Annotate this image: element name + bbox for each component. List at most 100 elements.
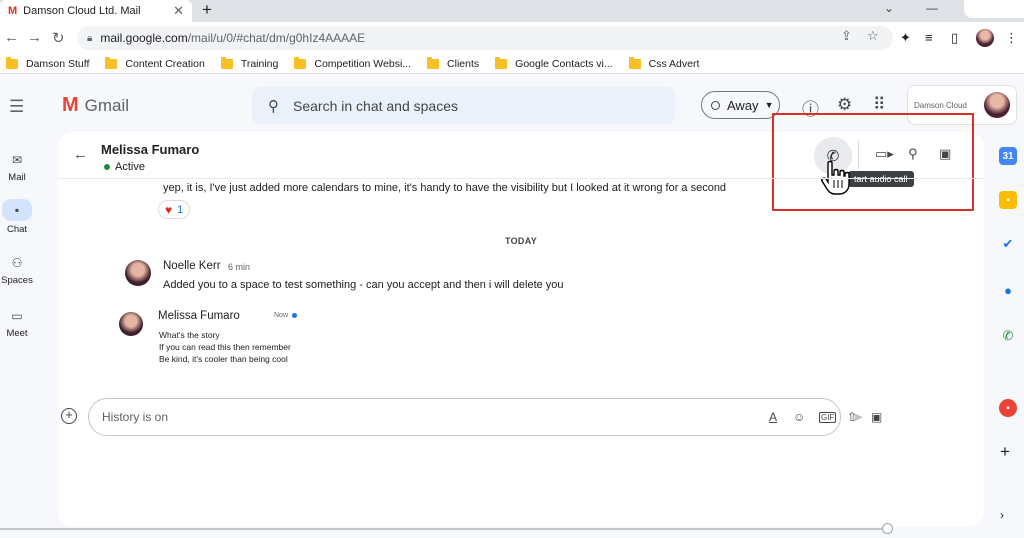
back-arrow-icon[interactable]: ← [4,29,19,46]
account-label: Damson Cloud [914,100,967,110]
contact-name: Melissa Fumaro [101,142,200,157]
folder-icon [220,56,233,69]
lock-icon: 🔒︎ [87,32,93,44]
tooltip: tart audio call [848,171,914,187]
browser-tab[interactable]: M Damson Cloud Ltd. Mail ✕ [0,0,192,22]
url-path: /mail/u/0/#chat/dm/g0hIz4AAAAE [187,31,366,45]
bookmark-folder[interactable]: Css Advert [628,56,699,70]
message-time: Now [274,312,298,319]
search-icon: ⚲ [268,97,279,115]
header-divider [58,178,984,179]
format-text-icon[interactable]: A [769,410,777,424]
folder-icon [628,56,641,69]
message-time: 6 min [228,262,251,272]
highlight-box [772,113,974,211]
chevron-right-icon[interactable]: › [1000,508,1004,522]
menu-dots-icon[interactable]: ⋮ [1005,30,1018,46]
active-dot-icon [104,164,110,170]
avatar[interactable] [125,260,151,286]
tasks-icon[interactable]: ✔ [999,235,1017,253]
extensions-puzzle-icon[interactable]: ✦ [900,30,911,46]
bookmark-star-icon[interactable]: ☆ [867,28,879,44]
tab-close-icon[interactable]: ✕ [173,3,184,19]
new-tab-button[interactable]: + [202,0,212,20]
settings-gear-icon[interactable]: ⚙ [837,95,852,115]
composer-placeholder: History is on [102,410,169,424]
message-line: If you can read this then remember [159,342,291,352]
browser-profile-avatar[interactable] [976,29,994,47]
gmail-m-icon: M [62,94,79,116]
spaces-icon: ⚇ [11,256,23,270]
message-text: yep, it is, I've just added more calenda… [163,182,727,194]
search-input[interactable]: ⚲ Search in chat and spaces [252,87,675,124]
bookmarks-bar: Damson Stuff Content Creation Training C… [0,54,1024,74]
send-icon[interactable]: ➤ [851,408,864,426]
address-bar[interactable]: 🔒︎ mail.google.com/mail/u/0/#chat/dm/g0h… [77,26,893,50]
apps-grid-icon[interactable]: ⠿ [873,95,885,115]
meet-icon: ▭ [11,309,23,323]
contacts-icon[interactable]: ● [999,281,1017,299]
share-icon[interactable]: ⇪ [841,28,852,44]
minimize-icon[interactable]: — [926,1,938,15]
chat-panel: ← Melissa Fumaro Active ✆ ▭▸ ⚲ ▣ tart au… [58,113,984,527]
back-arrow-icon[interactable]: ← [73,146,88,163]
side-panel-icon[interactable]: ▯ [951,30,958,46]
gif-icon[interactable]: GIF [819,412,837,423]
browser-toolbar: ← → ↻ 🔒︎ mail.google.com/mail/u/0/#chat/… [0,22,1024,54]
bookmark-folder[interactable]: Clients [427,56,479,70]
bookmark-folder[interactable]: Competition Websi... [294,56,411,70]
folder-icon [294,56,307,69]
browser-tabstrip: M Damson Cloud Ltd. Mail ✕ + ⌄ — [0,0,1024,22]
reload-icon[interactable]: ↻ [52,29,65,47]
message-line: Be kind, it's cooler than being cool [159,354,288,364]
message-sender: Noelle Kerr [163,260,221,272]
bookmark-folder[interactable]: Google Contacts vi... [495,56,613,70]
addon-icon[interactable]: ▪ [999,399,1017,417]
horizontal-scrollbar[interactable] [0,528,887,530]
tab-title: Damson Cloud Ltd. Mail [23,5,141,17]
message-sender: Melissa Fumaro [158,310,240,322]
emoji-icon[interactable]: ☺ [793,410,805,424]
video-add-icon[interactable]: ▣ [871,410,882,424]
tab-search-chevron-icon[interactable]: ⌄ [884,1,894,15]
heart-icon: ♥ [165,202,173,217]
presence-status: Active [104,161,145,173]
window-controls-area [964,0,1024,18]
gmail-favicon-icon: M [8,5,18,17]
nav-chat[interactable]: ▪ Chat [0,199,34,235]
avatar[interactable] [119,312,143,336]
main-menu-icon[interactable]: ☰ [9,97,24,117]
new-dot-icon [292,312,298,318]
forward-arrow-icon[interactable]: → [27,29,42,46]
calendar-icon[interactable]: 31 [999,147,1017,165]
keep-icon[interactable]: ▪ [999,191,1017,209]
mail-icon: ✉ [11,153,23,167]
status-ring-icon [711,100,720,110]
scroll-thumb[interactable] [882,523,893,534]
bookmark-folder[interactable]: Damson Stuff [6,56,89,70]
media-control-icon[interactable]: ≡ [925,30,933,45]
add-attachment-icon[interactable]: + [61,408,77,424]
chat-icon: ▪ [2,199,32,221]
date-divider: TODAY [504,236,537,246]
folder-icon [495,56,508,69]
nav-meet[interactable]: ▭ Meet [0,307,34,339]
gmail-logo[interactable]: M Gmail [62,94,129,117]
caret-down-icon: ▼ [764,100,774,110]
add-on-plus-icon[interactable]: + [1000,442,1010,462]
message-input[interactable]: History is on [88,398,841,436]
search-placeholder: Search in chat and spaces [293,97,458,114]
folder-icon [6,56,18,69]
bookmark-folder[interactable]: Content Creation [105,56,205,70]
account-avatar [984,92,1010,118]
status-dropdown[interactable]: Away ▼ [701,91,780,119]
reaction-chip[interactable]: ♥ 1 [158,200,191,219]
bookmark-folder[interactable]: Training [220,56,278,70]
voice-phone-icon[interactable]: ✆ [999,327,1017,345]
gmail-app: ☰ M Gmail ⚲ Search in chat and spaces Aw… [0,75,1024,538]
nav-mail[interactable]: ✉ Mail [0,151,34,183]
nav-spaces[interactable]: ⚇ Spaces [0,254,34,286]
status-label: Away [727,97,759,113]
message-text: Added you to a space to test something -… [163,279,564,291]
url-host: mail.google.com [100,31,188,45]
